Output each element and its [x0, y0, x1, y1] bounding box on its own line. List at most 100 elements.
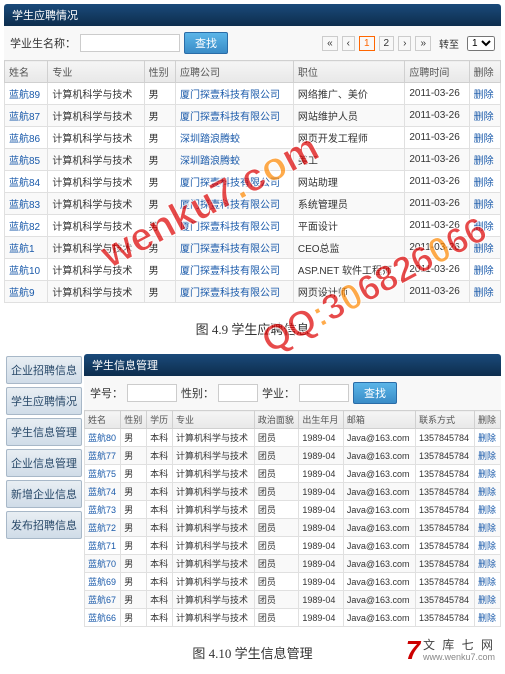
sidebar-item[interactable]: 新增企业信息	[6, 480, 82, 508]
student-name-link[interactable]: 蓝航89	[5, 83, 48, 105]
cell: 计算机科学与技术	[48, 215, 144, 237]
cell: Java@163.com	[343, 573, 415, 591]
search-input-edu[interactable]	[299, 384, 349, 402]
pager-goto-select[interactable]: 1	[467, 36, 495, 51]
company-link[interactable]: 厦门探壹科技有限公司	[175, 105, 293, 127]
sidebar-item[interactable]: 企业招聘信息	[6, 356, 82, 384]
delete-link[interactable]: 删除	[469, 171, 500, 193]
student-name-link[interactable]: 蓝航80	[85, 429, 121, 447]
delete-link[interactable]: 删除	[475, 555, 501, 573]
delete-link[interactable]: 删除	[469, 127, 500, 149]
cell: 计算机科学与技术	[173, 429, 255, 447]
student-name-link[interactable]: 蓝航69	[85, 573, 121, 591]
col-header: 应聘时间	[405, 61, 469, 83]
cell: 男	[144, 105, 175, 127]
delete-link[interactable]: 删除	[469, 149, 500, 171]
search-input-sex[interactable]	[218, 384, 258, 402]
student-name-link[interactable]: 蓝航73	[85, 501, 121, 519]
student-name-link[interactable]: 蓝航1	[5, 237, 48, 259]
delete-link[interactable]: 删除	[475, 609, 501, 627]
pager-prev[interactable]: ‹	[342, 36, 355, 51]
student-name-link[interactable]: 蓝航75	[85, 465, 121, 483]
delete-link[interactable]: 删除	[469, 105, 500, 127]
pager-first[interactable]: «	[322, 36, 338, 51]
cell: 男	[144, 149, 175, 171]
delete-link[interactable]: 删除	[469, 215, 500, 237]
delete-link[interactable]: 删除	[469, 237, 500, 259]
student-name-link[interactable]: 蓝航87	[5, 105, 48, 127]
delete-link[interactable]: 删除	[469, 281, 500, 303]
search-button-2[interactable]: 查找	[353, 382, 397, 404]
search-label: 学业生名称：	[10, 35, 76, 51]
cell: 团员	[254, 555, 299, 573]
student-name-link[interactable]: 蓝航71	[85, 537, 121, 555]
company-link[interactable]: 厦门探壹科技有限公司	[175, 83, 293, 105]
student-name-link[interactable]: 蓝航10	[5, 259, 48, 281]
company-link[interactable]: 深圳踏浪腾蛟	[175, 127, 293, 149]
cell: 男	[121, 537, 147, 555]
delete-link[interactable]: 删除	[469, 193, 500, 215]
cell: 男	[121, 519, 147, 537]
student-manage-layout: 企业招聘信息学生应聘情况学生信息管理企业信息管理新增企业信息发布招聘信息 学生信…	[4, 354, 501, 627]
company-link[interactable]: 厦门探壹科技有限公司	[175, 281, 293, 303]
student-name-link[interactable]: 蓝航77	[85, 447, 121, 465]
student-name-link[interactable]: 蓝航83	[5, 193, 48, 215]
delete-link[interactable]: 删除	[475, 591, 501, 609]
cell: 本科	[147, 573, 173, 591]
student-name-link[interactable]: 蓝航9	[5, 281, 48, 303]
delete-link[interactable]: 删除	[469, 83, 500, 105]
search-label-sex: 性别：	[181, 385, 214, 401]
student-name-link[interactable]: 蓝航82	[5, 215, 48, 237]
cell: 团员	[254, 429, 299, 447]
student-name-link[interactable]: 蓝航86	[5, 127, 48, 149]
sidebar-item[interactable]: 学生信息管理	[6, 418, 82, 446]
company-link[interactable]: 厦门探壹科技有限公司	[175, 259, 293, 281]
pager-page-2[interactable]: 2	[379, 36, 395, 51]
company-link[interactable]: 厦门探壹科技有限公司	[175, 237, 293, 259]
delete-link[interactable]: 删除	[475, 573, 501, 591]
cell: Java@163.com	[343, 447, 415, 465]
student-name-link[interactable]: 蓝航67	[85, 591, 121, 609]
cell: 男	[144, 83, 175, 105]
cell: 计算机科学与技术	[173, 501, 255, 519]
cell: 本科	[147, 591, 173, 609]
pager-last[interactable]: »	[415, 36, 431, 51]
pager: « ‹ 1 2 › » 转至 1	[322, 35, 495, 52]
cell: 男	[121, 447, 147, 465]
delete-link[interactable]: 删除	[469, 259, 500, 281]
cell: 1357845784	[415, 609, 474, 627]
delete-link[interactable]: 删除	[475, 501, 501, 519]
cell: Java@163.com	[343, 483, 415, 501]
cell: Java@163.com	[343, 591, 415, 609]
company-link[interactable]: 厦门探壹科技有限公司	[175, 215, 293, 237]
sidebar-item[interactable]: 学生应聘情况	[6, 387, 82, 415]
delete-link[interactable]: 删除	[475, 465, 501, 483]
student-name-link[interactable]: 蓝航74	[85, 483, 121, 501]
student-name-link[interactable]: 蓝航72	[85, 519, 121, 537]
student-name-link[interactable]: 蓝航70	[85, 555, 121, 573]
search-button[interactable]: 查找	[184, 32, 228, 54]
cell: 1989-04	[299, 429, 344, 447]
search-input[interactable]	[80, 34, 180, 52]
delete-link[interactable]: 删除	[475, 429, 501, 447]
col-header: 联系方式	[415, 411, 474, 429]
cell: 男	[144, 215, 175, 237]
student-name-link[interactable]: 蓝航66	[85, 609, 121, 627]
delete-link[interactable]: 删除	[475, 447, 501, 465]
cell: 本科	[147, 429, 173, 447]
search-input-sn[interactable]	[127, 384, 177, 402]
pager-page-1[interactable]: 1	[359, 36, 375, 51]
company-link[interactable]: 厦门探壹科技有限公司	[175, 193, 293, 215]
company-link[interactable]: 深圳踏浪腾蛟	[175, 149, 293, 171]
delete-link[interactable]: 删除	[475, 483, 501, 501]
company-link[interactable]: 厦门探壹科技有限公司	[175, 171, 293, 193]
delete-link[interactable]: 删除	[475, 537, 501, 555]
sidebar-item[interactable]: 发布招聘信息	[6, 511, 82, 539]
student-name-link[interactable]: 蓝航85	[5, 149, 48, 171]
delete-link[interactable]: 删除	[475, 519, 501, 537]
sidebar-item[interactable]: 企业信息管理	[6, 449, 82, 477]
student-name-link[interactable]: 蓝航84	[5, 171, 48, 193]
cell: 网站助理	[293, 171, 405, 193]
pager-next[interactable]: ›	[398, 36, 411, 51]
cell: 男	[144, 237, 175, 259]
